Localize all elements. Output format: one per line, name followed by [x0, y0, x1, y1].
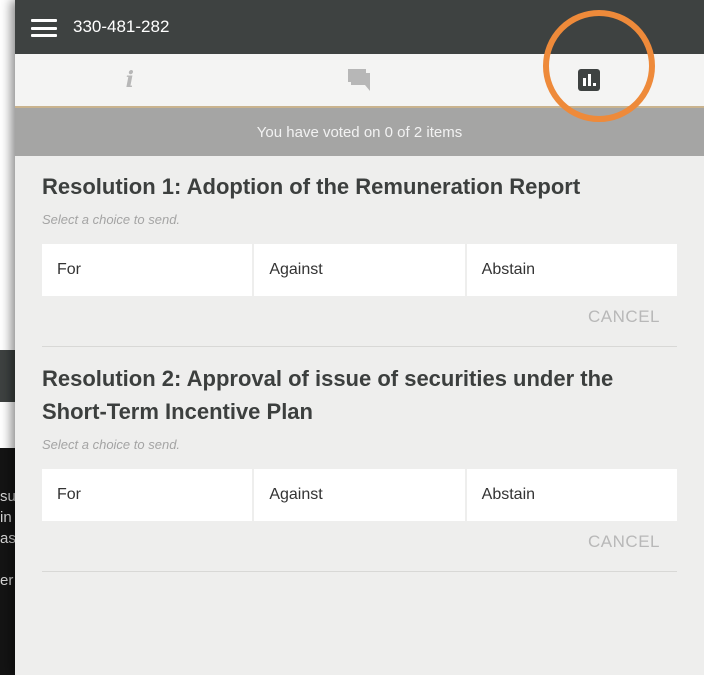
cancel-button[interactable]: CANCEL	[42, 532, 677, 555]
voting-panel: 330-481-282 i You have voted on 0 of 2 i…	[15, 0, 704, 675]
choice-for-button[interactable]: For	[42, 244, 255, 296]
choice-abstain-button[interactable]: Abstain	[467, 469, 677, 521]
resolution-hint: Select a choice to send.	[42, 212, 181, 227]
tab-info[interactable]: i	[15, 54, 245, 106]
top-bar: 330-481-282	[15, 0, 704, 54]
resolution-title: Resolution 1: Adoption of the Remunerati…	[42, 174, 581, 199]
choice-against-button[interactable]: Against	[254, 469, 467, 521]
resolution-hint: Select a choice to send.	[42, 437, 181, 452]
resolution-item: Resolution 1: Adoption of the Remunerati…	[15, 170, 704, 347]
tab-bar: i	[15, 54, 704, 108]
choice-group: For Against Abstain	[42, 244, 677, 296]
choice-abstain-button[interactable]: Abstain	[467, 244, 677, 296]
tab-questions[interactable]	[245, 54, 475, 106]
choice-against-button[interactable]: Against	[254, 244, 467, 296]
resolution-title: Resolution 2: Approval of issue of secur…	[42, 366, 614, 424]
meeting-id: 330-481-282	[73, 17, 170, 36]
tab-voting[interactable]	[474, 54, 704, 106]
vote-progress-status: You have voted on 0 of 2 items	[15, 108, 704, 156]
info-icon: i	[125, 67, 135, 93]
menu-icon[interactable]	[31, 19, 57, 37]
resolution-item: Resolution 2: Approval of issue of secur…	[15, 362, 704, 572]
choice-for-button[interactable]: For	[42, 469, 255, 521]
choice-group: For Against Abstain	[42, 469, 677, 521]
divider	[42, 346, 677, 347]
bar-chart-icon	[578, 69, 601, 91]
cancel-button[interactable]: CANCEL	[42, 307, 677, 330]
chat-icon	[347, 69, 370, 91]
divider	[42, 571, 677, 572]
